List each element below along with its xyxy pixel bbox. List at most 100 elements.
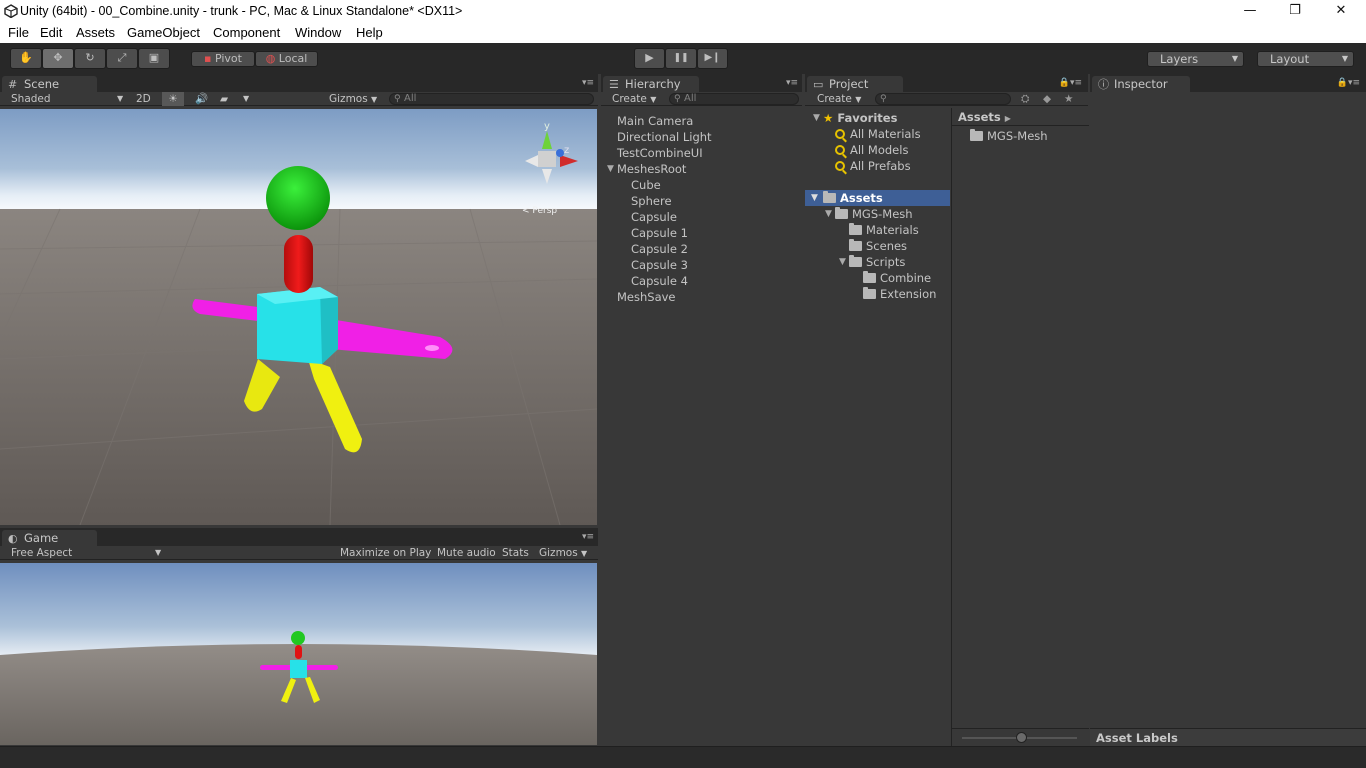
icon-size-bar — [952, 728, 1089, 746]
lock-menu-icon[interactable]: 🔒▾≡ — [1337, 78, 1360, 88]
menu-assets[interactable]: Assets — [76, 25, 115, 40]
favorite-star-icon[interactable]: ★ — [1064, 92, 1073, 106]
menu-gameobject[interactable]: GameObject — [127, 25, 200, 40]
hierarchy-item[interactable]: Capsule 4 — [631, 273, 688, 289]
favorite-item[interactable]: All Materials — [835, 126, 921, 142]
scale-tool-button[interactable]: ⤢ — [106, 48, 138, 69]
project-tree-label: Scripts — [866, 255, 906, 269]
persp-label[interactable]: < Persp — [522, 206, 557, 216]
minimize-button[interactable]: — — [1227, 0, 1273, 23]
pause-button[interactable]: ❚❚ — [665, 48, 697, 69]
layers-dropdown[interactable]: Layers ▼ — [1147, 51, 1244, 67]
folder-icon — [849, 255, 862, 267]
project-tree-item[interactable]: ▼ MGS-Mesh — [825, 206, 913, 222]
play-button[interactable]: ▶ — [634, 48, 665, 69]
hierarchy-item[interactable]: Capsule — [631, 209, 677, 225]
game-gizmos-dropdown[interactable]: Gizmos ▼ — [539, 546, 587, 561]
tab-game[interactable]: ◐ Game — [2, 530, 97, 546]
favorites-section[interactable]: ▼ ★ Favorites — [813, 110, 897, 126]
shading-mode-dropdown[interactable]: Shaded — [11, 92, 51, 106]
project-create-dropdown[interactable]: Create ▼ — [817, 92, 861, 107]
panel-menu-icon[interactable]: ▾≡ — [582, 532, 594, 542]
asset-grid-item[interactable]: MGS-Mesh — [970, 128, 1048, 144]
chevron-down-icon: ▼ — [650, 95, 657, 104]
chevron-down-icon[interactable]: ▼ — [243, 92, 249, 106]
mute-audio-toggle[interactable]: Mute audio — [437, 546, 496, 560]
project-search-input[interactable]: ⚲ — [875, 93, 1011, 105]
scene-viewport[interactable]: y z < Persp — [0, 109, 597, 525]
lock-menu-icon[interactable]: 🔒▾≡ — [1059, 78, 1082, 88]
menu-component[interactable]: Component — [213, 25, 280, 40]
effects-toggle[interactable]: ▰ — [220, 92, 228, 106]
game-viewport[interactable] — [0, 563, 597, 745]
filter-type-icon[interactable]: ⛭ — [1021, 92, 1029, 106]
gizmos-dropdown[interactable]: Gizmos ▼ — [329, 92, 377, 107]
menu-edit[interactable]: Edit — [40, 25, 62, 40]
aspect-dropdown[interactable]: Free Aspect — [11, 546, 72, 560]
hierarchy-item[interactable]: Sphere — [631, 193, 672, 209]
hierarchy-item[interactable]: Capsule 3 — [631, 257, 688, 273]
hierarchy-item[interactable]: Capsule 2 — [631, 241, 688, 257]
restore-button[interactable]: ❐ — [1272, 0, 1318, 23]
lighting-toggle[interactable]: ☀ — [162, 92, 184, 106]
scene-search-input[interactable]: ⚲ All — [389, 93, 594, 105]
breadcrumb-label: Assets — [958, 110, 1001, 124]
stats-toggle[interactable]: Stats — [502, 546, 529, 560]
hierarchy-item[interactable]: Capsule 1 — [631, 225, 688, 241]
project-tree-item[interactable]: Combine — [863, 270, 931, 286]
step-button[interactable]: ▶❙ — [697, 48, 728, 69]
chevron-down-icon: ▼ — [1231, 54, 1238, 63]
panel-menu-icon[interactable]: ▾≡ — [786, 78, 798, 88]
tab-project[interactable]: ▭ Project — [807, 76, 903, 92]
tab-scene[interactable]: # Scene — [2, 76, 97, 92]
hierarchy-search-input[interactable]: ⚲ All — [669, 93, 799, 105]
chevron-down-icon[interactable]: ▼ — [155, 546, 161, 560]
project-breadcrumb[interactable]: Assets ▶ — [952, 108, 1089, 126]
hierarchy-item-label: Sphere — [631, 194, 672, 208]
fold-icon[interactable]: ▼ — [839, 254, 846, 270]
close-button[interactable]: ✕ — [1318, 0, 1364, 23]
rect-tool-button[interactable]: ▣ — [138, 48, 170, 69]
tab-inspector[interactable]: ⓘ Inspector — [1092, 76, 1190, 92]
hierarchy-item[interactable]: TestCombineUI — [617, 145, 703, 161]
menu-file[interactable]: File — [8, 25, 29, 40]
menu-help[interactable]: Help — [356, 25, 383, 40]
layout-dropdown[interactable]: Layout ▼ — [1257, 51, 1354, 67]
project-tree-label: MGS-Mesh — [852, 207, 913, 221]
hierarchy-item[interactable]: MeshSave — [617, 289, 676, 305]
assets-root-item[interactable]: ▼ Assets — [805, 190, 950, 206]
pivot-toggle[interactable]: ▪ Pivot — [191, 51, 255, 67]
hierarchy-item[interactable]: Directional Light — [617, 129, 712, 145]
scene-tabstrip: # Scene ▾≡ — [0, 74, 598, 92]
project-tree-item[interactable]: Extension — [863, 286, 936, 302]
tab-hierarchy[interactable]: ☰ Hierarchy — [603, 76, 699, 92]
info-icon: ⓘ — [1098, 78, 1109, 91]
icon-size-slider-thumb[interactable] — [1016, 732, 1027, 743]
asset-labels-bar[interactable]: Asset Labels — [1090, 728, 1366, 746]
audio-toggle[interactable]: 🔊 — [195, 92, 208, 106]
hierarchy-item[interactable]: ▼ MeshesRoot — [607, 161, 686, 177]
maximize-on-play-toggle[interactable]: Maximize on Play — [340, 546, 431, 560]
fold-icon[interactable]: ▼ — [607, 161, 614, 177]
favorite-item[interactable]: All Prefabs — [835, 158, 911, 174]
project-tree-item[interactable]: Materials — [849, 222, 919, 238]
hierarchy-item[interactable]: Main Camera — [617, 113, 693, 129]
project-tree-item[interactable]: Scenes — [849, 238, 907, 254]
hierarchy-create-dropdown[interactable]: Create ▼ — [612, 92, 656, 107]
2d-toggle[interactable]: 2D — [136, 92, 151, 106]
local-toggle[interactable]: ◍ Local — [255, 51, 318, 67]
project-tree-item[interactable]: ▼ Scripts — [839, 254, 906, 270]
menu-window[interactable]: Window — [295, 25, 341, 40]
filter-label-icon[interactable]: ◆ — [1043, 92, 1051, 106]
move-tool-button[interactable]: ✥ — [42, 48, 74, 69]
shading-label: Shaded — [11, 93, 51, 105]
fold-icon[interactable]: ▼ — [825, 206, 832, 222]
hand-tool-button[interactable]: ✋ — [10, 48, 42, 69]
search-icon — [835, 161, 845, 171]
rotate-tool-button[interactable]: ↻ — [74, 48, 106, 69]
folder-icon — [849, 239, 862, 251]
favorite-item[interactable]: All Models — [835, 142, 908, 158]
chevron-down-icon[interactable]: ▼ — [117, 92, 123, 106]
hierarchy-item[interactable]: Cube — [631, 177, 661, 193]
panel-menu-icon[interactable]: ▾≡ — [582, 78, 594, 88]
